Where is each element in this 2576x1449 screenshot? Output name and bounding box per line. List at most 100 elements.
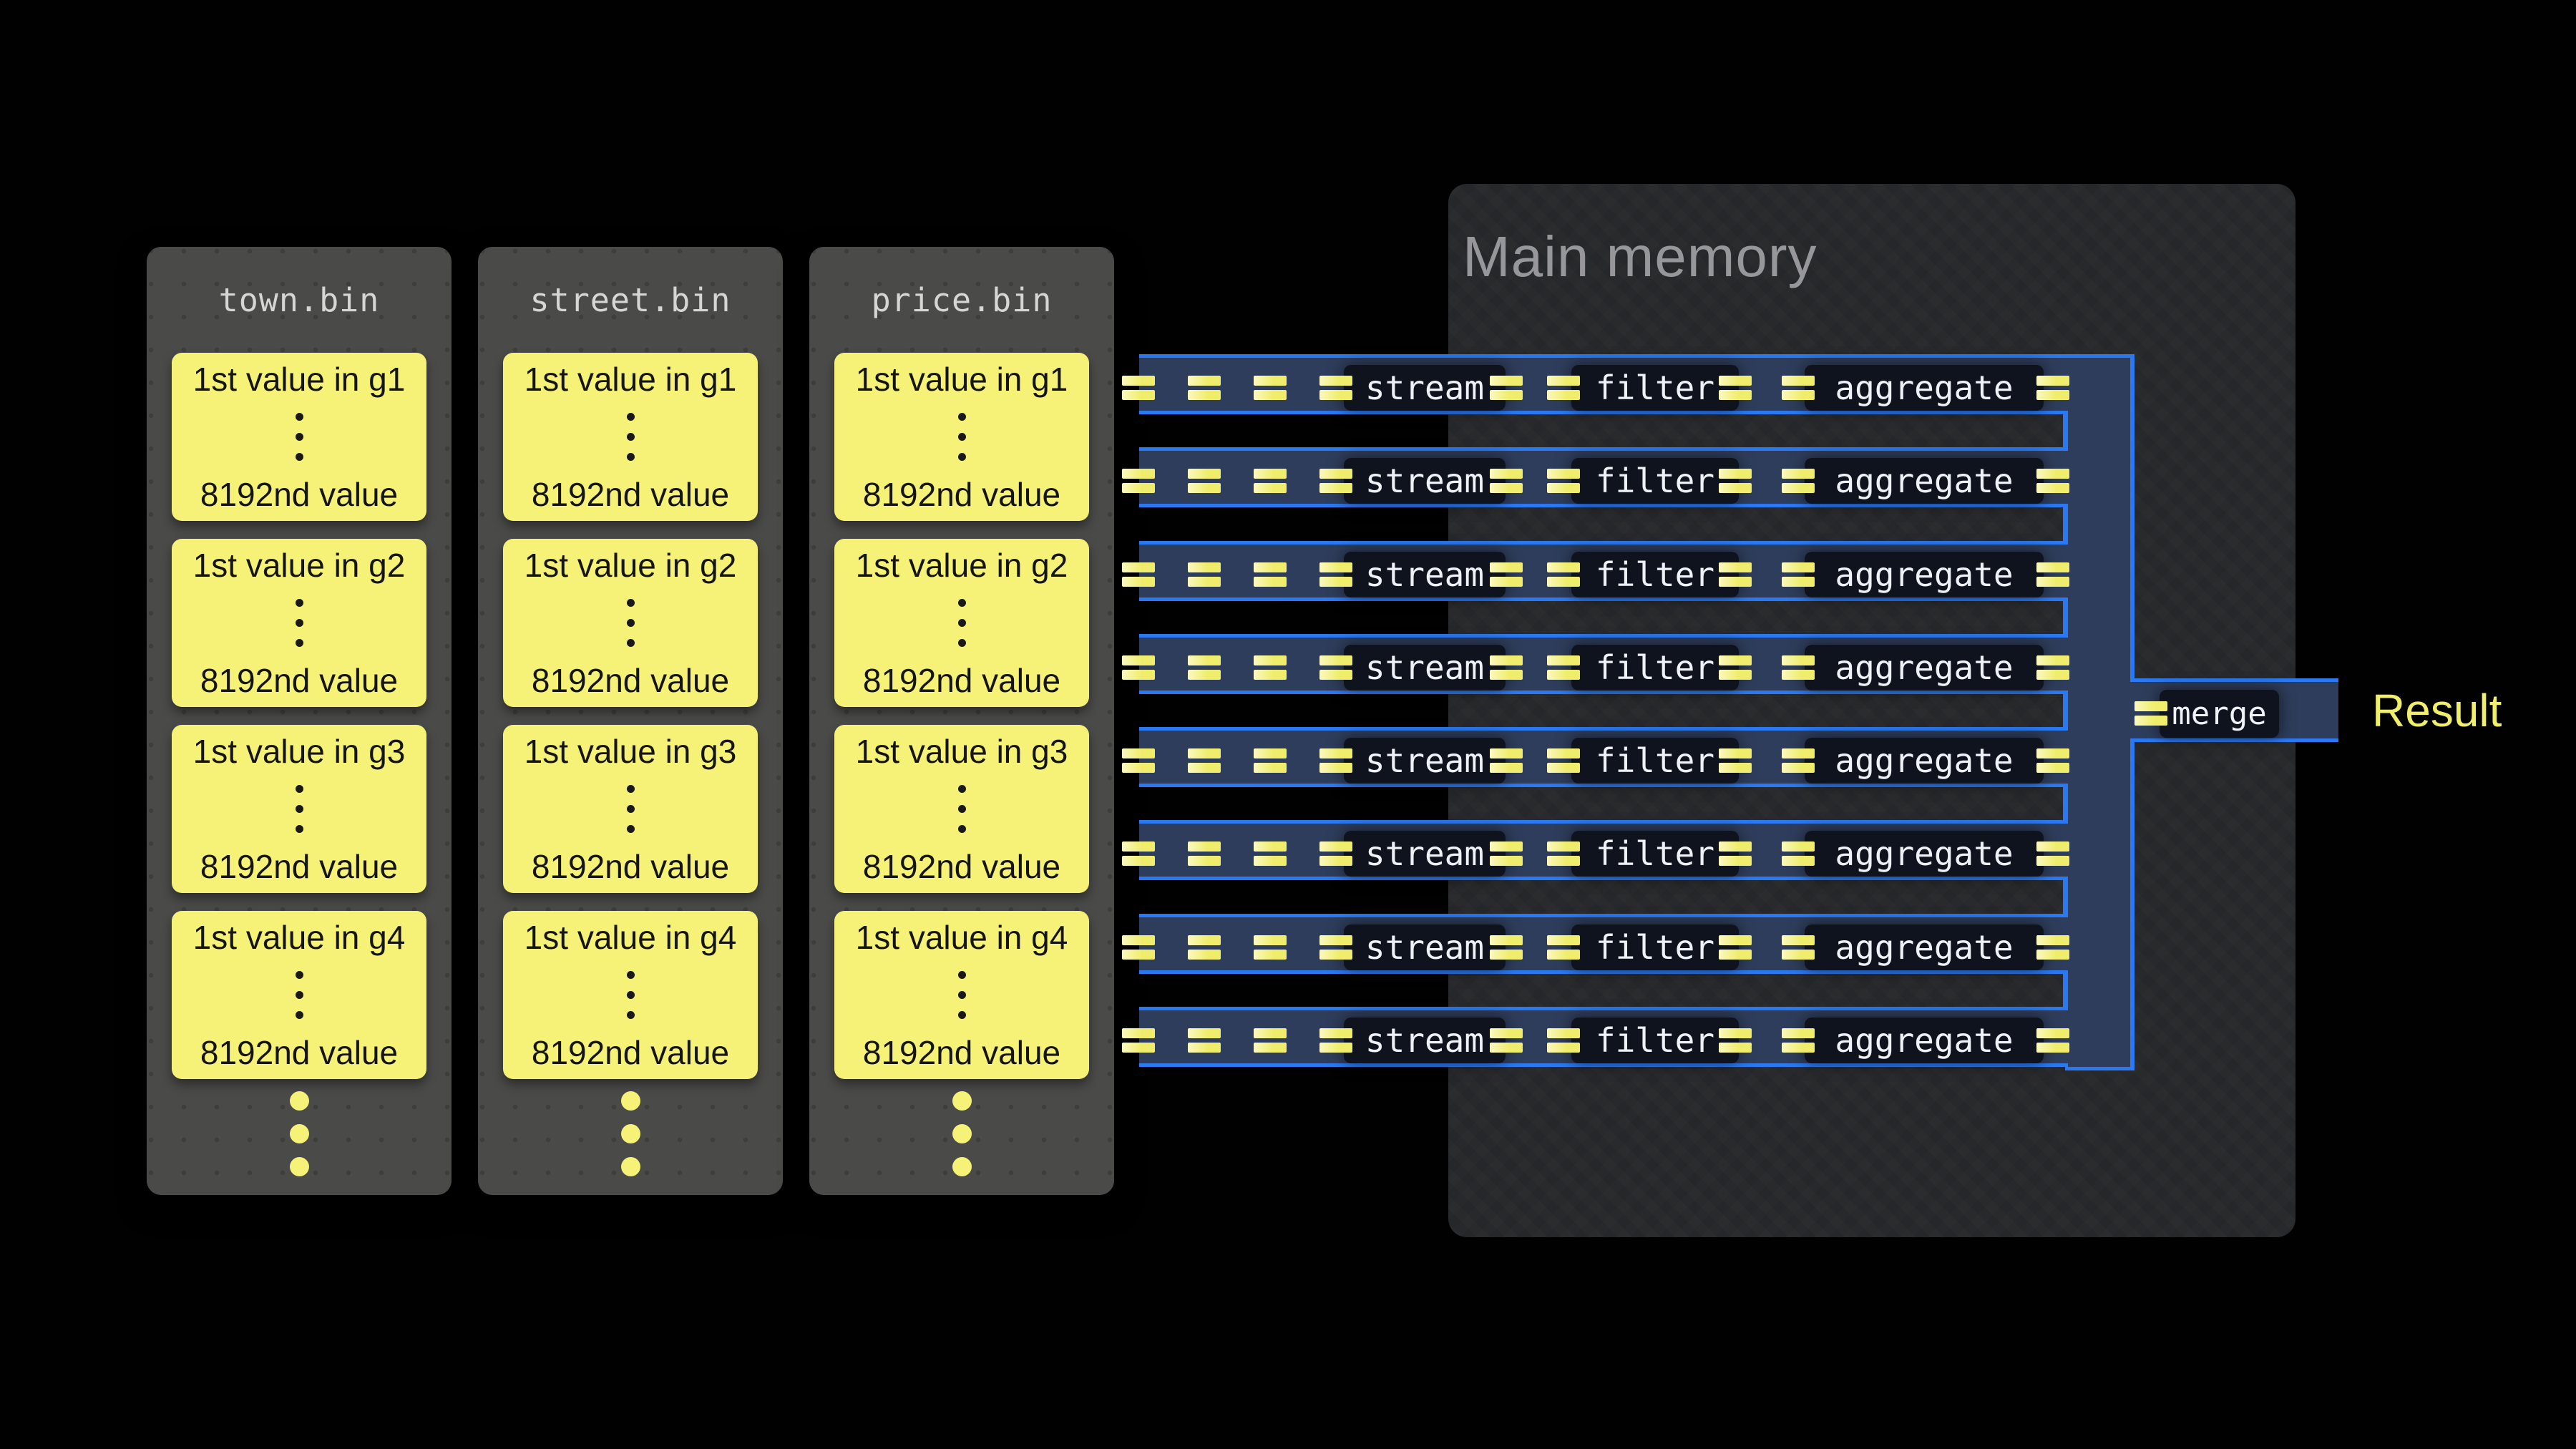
merge-channel: merge [2130, 678, 2338, 742]
data-flow-dash-icon [1490, 841, 1523, 866]
data-flow-dash-icon [1719, 1028, 1752, 1053]
data-flow-dash-icon [1254, 748, 1287, 773]
data-flow-dash-icon [1122, 935, 1155, 960]
notch-cap [2063, 601, 2068, 634]
data-flow-dash-icon [1782, 1028, 1815, 1053]
filter-operator-box: filter [1571, 738, 1739, 784]
data-flow-dash-icon [2135, 701, 2167, 726]
data-flow-dash-icon [1719, 841, 1752, 866]
pipeline-row: streamfilteraggregate [1139, 820, 2068, 880]
pipeline-row: stream filter aggregate [1139, 914, 2068, 974]
data-flow-dash-icon [1188, 469, 1221, 493]
filter-operator-box: filter [1571, 924, 1739, 970]
pipeline-row: stream filter aggregate [1139, 541, 2068, 601]
stream-operator-box: stream [1344, 365, 1506, 411]
data-flow-dash-icon [1490, 1028, 1523, 1053]
notch-cap [2063, 880, 2068, 914]
data-flow-dash-icon [1254, 1028, 1287, 1053]
aggregate-operator-box: aggregate [1805, 924, 2044, 970]
data-flow-dash-icon [1547, 935, 1580, 960]
data-flow-dash-icon [1782, 376, 1815, 400]
data-flow-dash-icon [1719, 655, 1752, 680]
data-flow-dash-icon [1254, 841, 1287, 866]
stream-operator-box: stream [1344, 1018, 1506, 1063]
filter-operator-box: filter [1571, 458, 1739, 504]
data-flow-dash-icon [1719, 469, 1752, 493]
data-flow-dash-icon [1188, 748, 1221, 773]
result-label: Result [2372, 684, 2502, 737]
data-flow-dash-icon [1490, 376, 1523, 400]
data-flow-dash-icon [1122, 469, 1155, 493]
data-flow-dash-icon [1547, 841, 1580, 866]
notch-cap [2063, 694, 2068, 727]
data-flow-dash-icon [1188, 841, 1221, 866]
aggregate-operator-box: aggregate [1805, 458, 2044, 504]
pipeline-row: stream filter aggregate [1139, 634, 2068, 694]
data-flow-dash-icon [1319, 841, 1352, 866]
aggregate-operator-box: aggregate [1805, 645, 2044, 691]
data-flow-dash-icon [1188, 562, 1221, 587]
data-flow-dash-icon [1254, 935, 1287, 960]
aggregate-operator-box: aggregate [1805, 1018, 2044, 1063]
data-flow-dash-icon [1188, 1028, 1221, 1053]
merge-spine-channel [2065, 354, 2135, 1070]
data-flow-dash-icon [1547, 655, 1580, 680]
data-flow-dash-icon [1122, 655, 1155, 680]
aggregate-operator-box: aggregate [1805, 365, 2044, 411]
data-flow-dash-icon [1319, 376, 1352, 400]
data-flow-dash-icon [1122, 748, 1155, 773]
data-flow-dash-icon [1188, 376, 1221, 400]
data-flow-dash-icon [1782, 469, 1815, 493]
data-flow-dash-icon [1254, 562, 1287, 587]
data-flow-dash-icon [1719, 935, 1752, 960]
aggregate-operator-box: aggregate [1805, 552, 2044, 597]
stream-operator-box: stream [1344, 645, 1506, 691]
data-flow-dash-icon [1490, 469, 1523, 493]
data-flow-dash-icon [1782, 655, 1815, 680]
merge-operator-box: merge [2160, 690, 2279, 738]
data-flow-dash-icon [1547, 1028, 1580, 1053]
filter-operator-box: filter [1571, 645, 1739, 691]
notch-cap [2063, 787, 2068, 820]
data-flow-dash-icon [2036, 655, 2069, 680]
diagram-canvas: town.bin 1st value in g1 8192nd value 1s… [0, 0, 2576, 1449]
notch-cap [2063, 507, 2068, 541]
stream-operator-box: stream [1344, 831, 1506, 877]
stream-operator-box: stream [1344, 924, 1506, 970]
pipeline-row: stream filter aggregate [1139, 1007, 2068, 1067]
data-flow-dash-icon [1122, 1028, 1155, 1053]
data-flow-dash-icon [2036, 748, 2069, 773]
stream-operator-box: stream [1344, 552, 1506, 597]
data-flow-dash-icon [1319, 748, 1352, 773]
data-flow-dash-icon [1122, 376, 1155, 400]
data-flow-dash-icon [1188, 655, 1221, 680]
data-flow-dash-icon [1782, 748, 1815, 773]
data-flow-dash-icon [2036, 1028, 2069, 1053]
spine-border [2130, 354, 2135, 682]
data-flow-dash-icon [1319, 655, 1352, 680]
data-flow-dash-icon [1547, 376, 1580, 400]
stream-operator-box: stream [1344, 738, 1506, 784]
notch-cap [2063, 414, 2068, 447]
aggregate-operator-box: aggregate [1805, 738, 2044, 784]
filter-operator-box: filter [1571, 365, 1739, 411]
data-flow-dash-icon [1547, 748, 1580, 773]
data-flow-dash-icon [1782, 841, 1815, 866]
data-flow-dash-icon [1319, 562, 1352, 587]
data-flow-dash-icon [1490, 748, 1523, 773]
data-flow-dash-icon [2036, 469, 2069, 493]
filter-operator-box: filter [1571, 552, 1739, 597]
data-flow-dash-icon [1782, 935, 1815, 960]
data-flow-dash-icon [1719, 748, 1752, 773]
data-flow-dash-icon [2036, 376, 2069, 400]
data-flow-dash-icon [1719, 376, 1752, 400]
filter-operator-box: filter [1571, 1018, 1739, 1063]
stream-operator-box: stream [1344, 458, 1506, 504]
data-flow-dash-icon [1254, 376, 1287, 400]
data-flow-dash-icon [1319, 935, 1352, 960]
data-flow-dash-icon [1782, 562, 1815, 587]
data-flow-dash-icon [1490, 935, 1523, 960]
pipeline-row: stream filter aggregate [1139, 727, 2068, 787]
data-flow-dash-icon [1319, 1028, 1352, 1053]
data-flow-dash-icon [2036, 935, 2069, 960]
